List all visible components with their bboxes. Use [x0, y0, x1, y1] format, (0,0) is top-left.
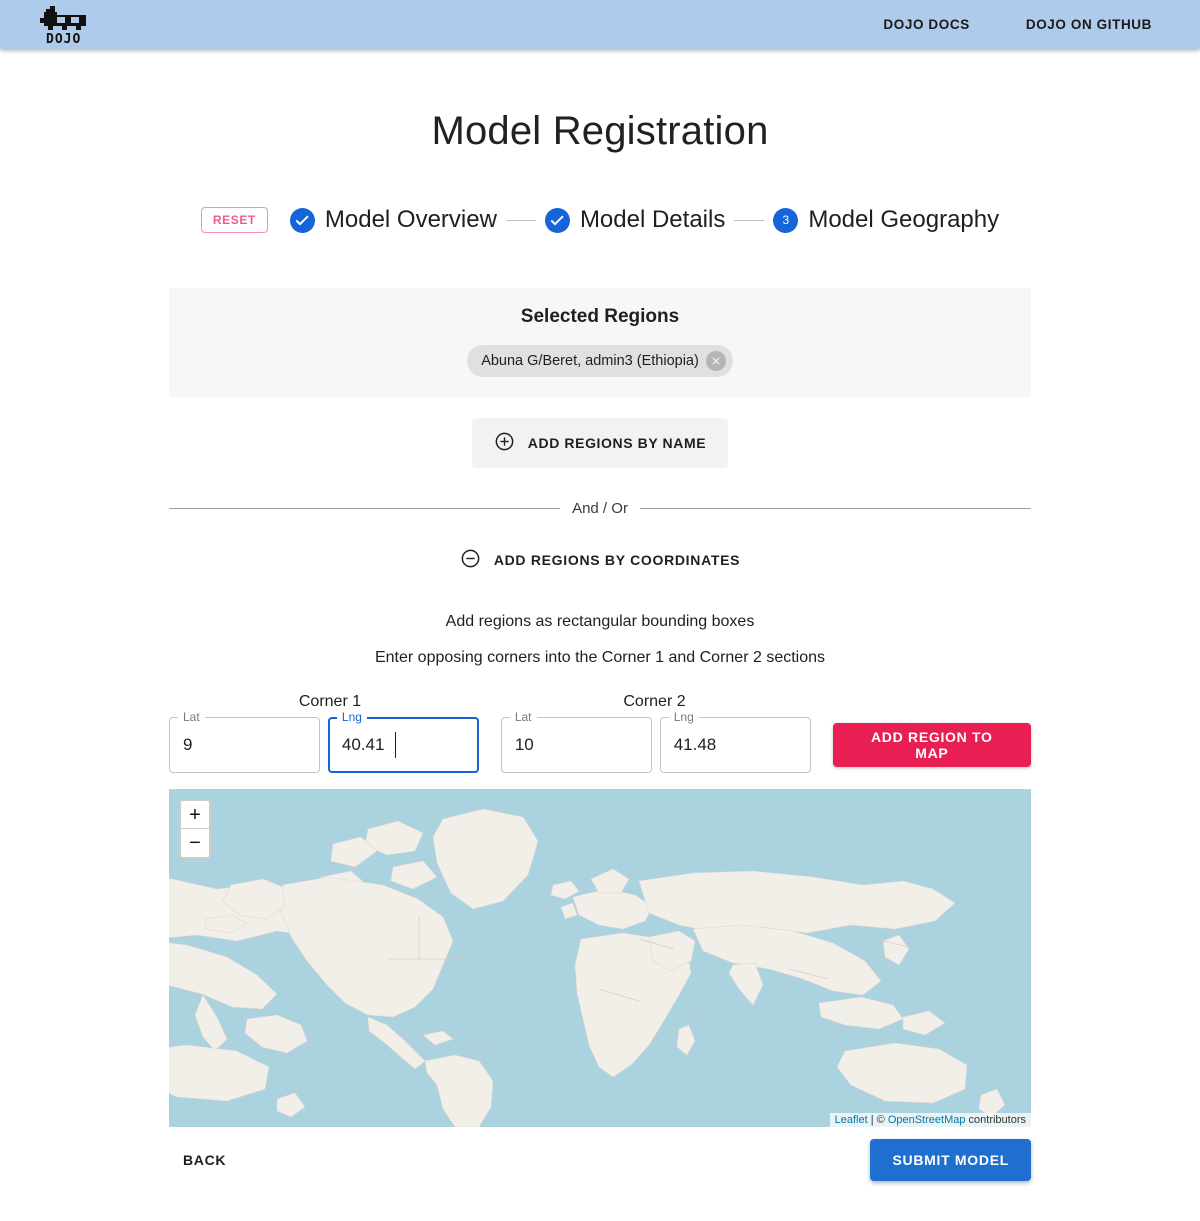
add-regions-by-name-label: ADD REGIONS BY NAME: [527, 435, 707, 451]
back-button[interactable]: BACK: [169, 1143, 240, 1177]
selected-regions-heading: Selected Regions: [520, 306, 680, 327]
region-chip-label: Abuna G/Beret, admin3 (Ethiopia): [481, 353, 699, 369]
corner-1-lat-field[interactable]: Lat: [169, 709, 320, 773]
selected-regions-chip-list: Abuna G/Beret, admin3 (Ethiopia): [185, 345, 1015, 377]
svg-text:DOJO: DOJO: [46, 32, 81, 44]
corner-2-title: Corner 2: [623, 693, 686, 710]
step-model-details[interactable]: Model Details: [544, 206, 726, 234]
nav-link-dojo-docs[interactable]: DOJO DOCS: [883, 17, 969, 32]
corner-1-lng-field[interactable]: Lng: [327, 709, 479, 773]
step-connector-2: [734, 219, 765, 221]
dojo-cow-logo-icon: DOJO: [40, 5, 86, 44]
step-connector-1: [505, 219, 536, 221]
step-2-check-icon: [544, 207, 570, 233]
attribution-copyright: ©: [876, 1114, 888, 1126]
zoom-out-button[interactable]: −: [181, 829, 209, 857]
corner-2-lat-input[interactable]: [500, 717, 652, 773]
text-caret: [394, 732, 396, 758]
corner-2-lng-input[interactable]: [659, 717, 811, 773]
step-2-label: Model Details: [579, 206, 726, 233]
step-1-check-icon: [289, 207, 315, 233]
attribution-separator: |: [867, 1114, 877, 1126]
coordinates-input-row: Lat Lng Lat Lng ADD REGION TO MAP: [169, 709, 1031, 773]
minus-circle-icon: [460, 548, 481, 572]
form-footer: BACK SUBMIT MODEL: [169, 1139, 1031, 1221]
add-region-to-map-button[interactable]: ADD REGION TO MAP: [832, 723, 1031, 767]
openstreetmap-link[interactable]: OpenStreetMap: [888, 1114, 966, 1126]
coordinates-helper-line-1: Add regions as rectangular bounding boxe…: [445, 613, 755, 630]
step-model-overview[interactable]: Model Overview: [289, 206, 497, 234]
plus-circle-icon: [494, 431, 515, 455]
reset-button[interactable]: RESET: [200, 207, 268, 233]
leaflet-link[interactable]: Leaflet: [835, 1114, 868, 1126]
dojo-logo[interactable]: DOJO: [40, 5, 92, 44]
app-header: DOJO DOJO DOCS DOJO ON GITHUB: [0, 0, 1200, 49]
corner-titles-row: Corner 1 Corner 2: [169, 693, 1031, 711]
add-regions-by-coordinates-button[interactable]: ADD REGIONS BY COORDINATES: [450, 540, 750, 580]
submit-model-button[interactable]: SUBMIT MODEL: [870, 1139, 1031, 1181]
and-or-divider: And / Or: [169, 500, 1031, 517]
page-body: Model Registration RESET Model Overview …: [0, 49, 1200, 1221]
header-nav: DOJO DOCS DOJO ON GITHUB: [883, 17, 1176, 32]
attribution-suffix: contributors: [965, 1114, 1026, 1126]
region-chip[interactable]: Abuna G/Beret, admin3 (Ethiopia): [467, 345, 733, 377]
zoom-in-button[interactable]: +: [181, 801, 209, 829]
corner-1-lng-input[interactable]: [327, 717, 479, 773]
step-1-label: Model Overview: [324, 206, 497, 233]
step-3-label: Model Geography: [808, 206, 1000, 233]
add-by-coordinates-row: ADD REGIONS BY COORDINATES: [169, 540, 1031, 580]
page-title: Model Registration: [431, 109, 769, 153]
main-content: Selected Regions Abuna G/Beret, admin3 (…: [169, 288, 1031, 1221]
step-3-number: 3: [773, 207, 799, 233]
map-zoom-controls: + −: [179, 799, 211, 859]
coordinates-helper-line-2: Enter opposing corners into the Corner 1…: [374, 649, 826, 666]
world-map-tiles: [169, 789, 1031, 1127]
registration-stepper: RESET Model Overview Model Details 3 Mod…: [0, 206, 1200, 234]
and-or-label: And / Or: [572, 500, 628, 517]
add-by-name-row: ADD REGIONS BY NAME: [169, 397, 1031, 468]
nav-link-dojo-github[interactable]: DOJO ON GITHUB: [1026, 17, 1152, 32]
corner-1-title: Corner 1: [298, 693, 362, 710]
corner-2-lng-field[interactable]: Lng: [659, 709, 811, 773]
close-circle-icon[interactable]: [705, 351, 726, 371]
corner-2-lat-field[interactable]: Lat: [500, 709, 652, 773]
region-map[interactable]: + − Leaflet | © OpenStreetMap contributo…: [169, 789, 1031, 1127]
add-regions-by-name-button[interactable]: ADD REGIONS BY NAME: [471, 418, 729, 468]
corner-titles-spacer: [818, 693, 1031, 711]
selected-regions-panel: Selected Regions Abuna G/Beret, admin3 (…: [169, 288, 1031, 397]
corner-1-lat-input[interactable]: [169, 717, 320, 773]
add-regions-by-coordinates-label: ADD REGIONS BY COORDINATES: [493, 552, 741, 568]
map-attribution: Leaflet | © OpenStreetMap contributors: [829, 1113, 1031, 1127]
step-model-geography[interactable]: 3 Model Geography: [773, 206, 999, 234]
